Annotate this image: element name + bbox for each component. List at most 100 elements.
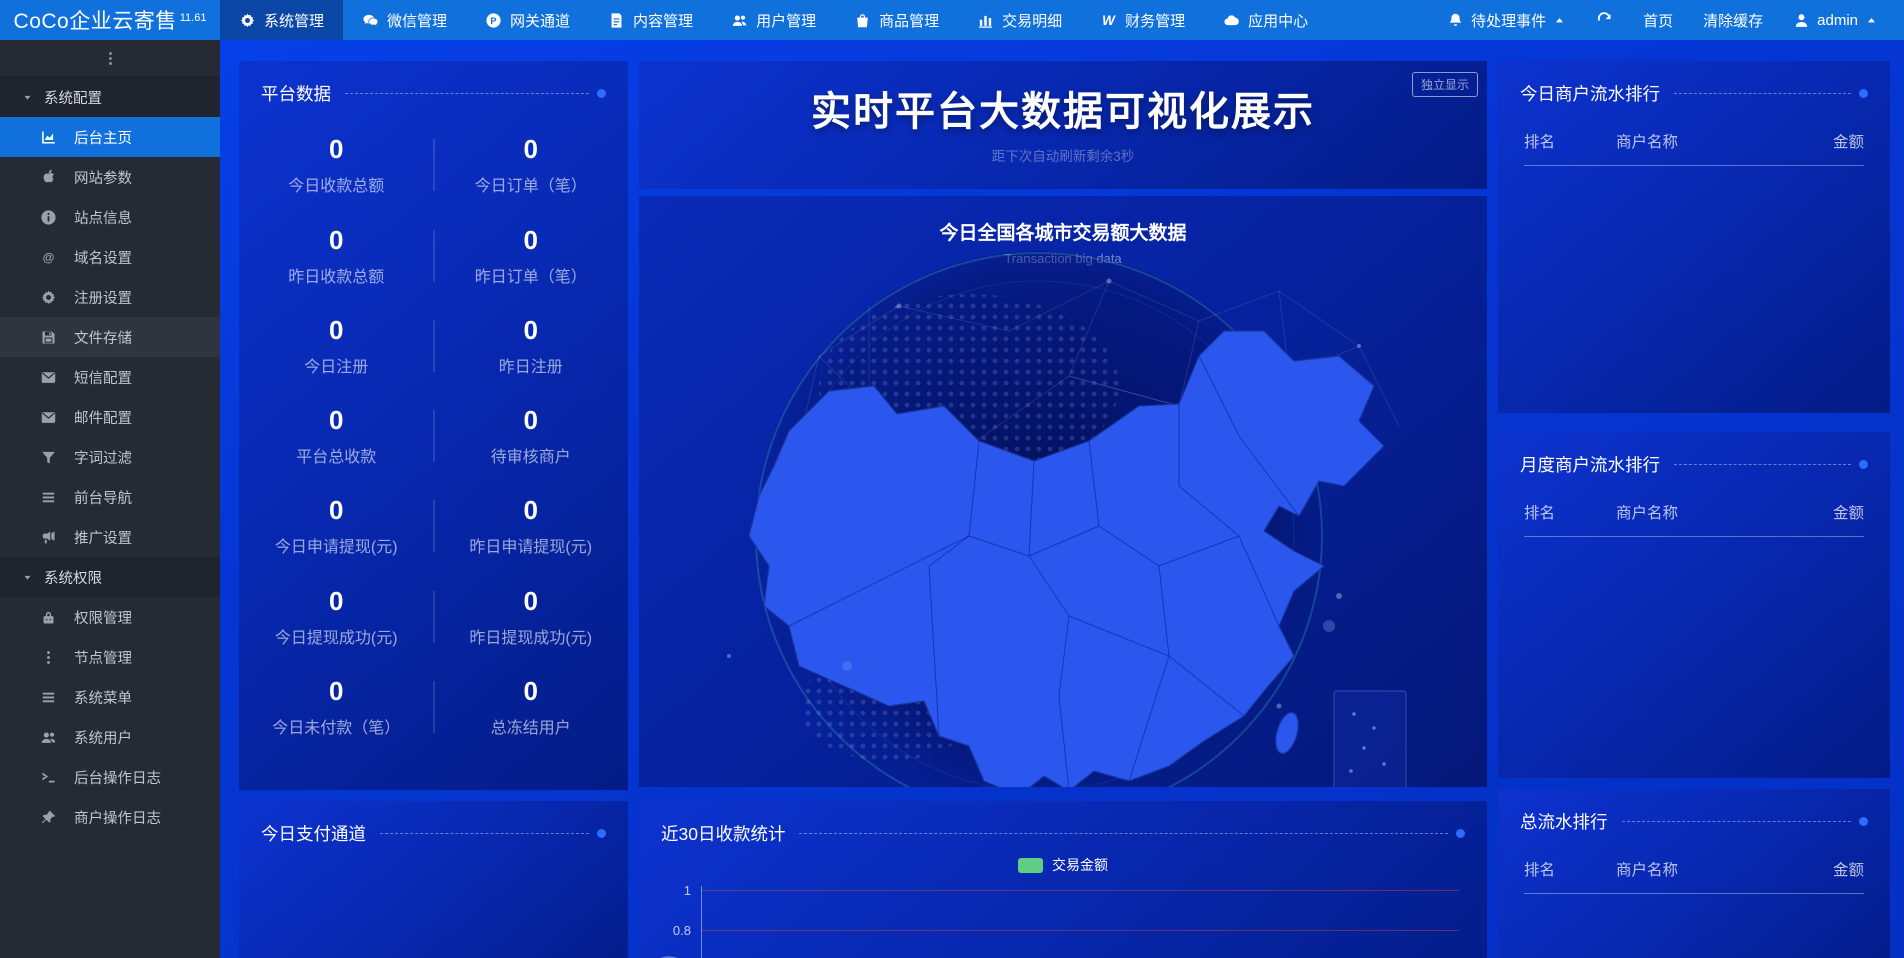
stat-label: 今日申请提现(元) xyxy=(274,539,398,557)
topnav-item-content[interactable]: 内容管理 xyxy=(589,0,712,40)
sidebar-item-email[interactable]: 邮件配置 xyxy=(0,397,220,437)
topnav-item-transactions[interactable]: 交易明细 xyxy=(958,0,1081,40)
main-content: 平台数据 0 今日收款总额 0 今日订单（笔） 0 昨日收款总额 0 昨日订单（笔） 0… xyxy=(220,40,1904,958)
stat-label: 今日提现成功(元) xyxy=(274,629,398,647)
stat-cell: 0 昨日注册 xyxy=(434,315,629,377)
stat-value: 0 xyxy=(523,134,538,165)
sidebar-item-label: 字词过滤 xyxy=(74,450,132,467)
stat-row: 0 昨日收款总额 0 昨日订单（笔） xyxy=(239,225,628,287)
sidebar-item-site-info[interactable]: 站点信息 xyxy=(0,197,220,237)
stat-cell: 0 昨日提现成功(元) xyxy=(434,586,629,648)
chart-legend[interactable]: 交易金额 xyxy=(639,855,1487,875)
sidebar-item-promotion[interactable]: 推广设置 xyxy=(0,517,220,557)
terminal-icon xyxy=(40,769,57,786)
panel-title: 今日支付通道 xyxy=(261,824,366,844)
stat-row: 0 今日提现成功(元) 0 昨日提现成功(元) xyxy=(239,586,628,648)
sidebar-item-home[interactable]: 后台主页 xyxy=(0,117,220,157)
stat-label: 平台总收款 xyxy=(296,449,377,466)
sidebar-item-word-filter[interactable]: 字词过滤 xyxy=(0,437,220,477)
section-title: 系统权限 xyxy=(44,570,102,587)
payment-channel-panel: 今日支付通道 xyxy=(239,801,628,958)
sidebar-item-merchant-log[interactable]: 商户操作日志 xyxy=(0,797,220,837)
topnav-item-goods[interactable]: 商品管理 xyxy=(835,0,958,40)
sidebar-item-site-params[interactable]: 网站参数 xyxy=(0,157,220,197)
sidebar-item-domain[interactable]: 域名设置 xyxy=(0,237,220,277)
topnav-item-gateway[interactable]: 网关通道 xyxy=(466,0,589,40)
clear-cache-button[interactable]: 清除缓存 xyxy=(1703,10,1763,31)
sidebar-item-sms[interactable]: 短信配置 xyxy=(0,357,220,397)
header-dashed-line xyxy=(1674,93,1851,94)
column-merchant: 商户名称 xyxy=(1616,862,1679,879)
y-axis-tick: 0.8 xyxy=(672,923,691,938)
topnav-item-wechat[interactable]: 微信管理 xyxy=(343,0,466,40)
panel-header: 总流水排行 xyxy=(1498,789,1890,834)
sidebar-item-label: 系统菜单 xyxy=(74,690,132,707)
users-icon xyxy=(40,729,57,746)
stat-cell: 0 今日提现成功(元) xyxy=(239,586,434,648)
user-menu[interactable]: admin xyxy=(1793,12,1878,29)
caret-down-icon xyxy=(22,572,33,583)
column-rank: 排名 xyxy=(1524,862,1556,879)
section-title: 系统配置 xyxy=(44,90,102,107)
header-dot xyxy=(1456,829,1465,838)
header-dashed-line xyxy=(1621,821,1851,822)
stat-cell: 0 昨日申请提现(元) xyxy=(434,495,629,557)
vertical-dots-icon xyxy=(40,649,57,666)
topnav-label: 内容管理 xyxy=(633,12,694,30)
gridline xyxy=(701,930,1459,931)
panel-title: 月度商户流水排行 xyxy=(1520,455,1660,475)
sidebar-item-system-users[interactable]: 系统用户 xyxy=(0,717,220,757)
money-icon xyxy=(1100,12,1117,29)
sidebar-item-label: 邮件配置 xyxy=(74,410,132,427)
legend-label: 交易金额 xyxy=(1052,857,1108,873)
at-icon xyxy=(40,249,57,266)
sidebar-item-admin-log[interactable]: 后台操作日志 xyxy=(0,757,220,797)
refresh-button[interactable] xyxy=(1596,12,1613,29)
sidebar-item-node-mgmt[interactable]: 节点管理 xyxy=(0,637,220,677)
topnav-item-system[interactable]: 系统管理 xyxy=(220,0,344,40)
stat-label: 今日订单（笔） xyxy=(474,178,587,196)
pending-events-menu[interactable]: 待处理事件 xyxy=(1447,10,1566,31)
home-link[interactable]: 首页 xyxy=(1643,10,1673,31)
header-dot xyxy=(597,829,606,838)
sidebar-section-config[interactable]: 系统配置 xyxy=(0,77,220,117)
panel-title: 近30日收款统计 xyxy=(661,824,786,844)
rank-today-panel: 今日商户流水排行 排名 商户名称 金额 xyxy=(1498,61,1890,413)
stat-cell: 0 昨日订单（笔） xyxy=(434,225,629,287)
sidebar-item-front-nav[interactable]: 前台导航 xyxy=(0,477,220,517)
sidebar-collapse-toggle[interactable] xyxy=(0,40,220,77)
sidebar-item-storage[interactable]: 文件存储 xyxy=(0,317,220,357)
sidebar-item-label: 文件存储 xyxy=(74,330,132,347)
stat-label: 昨日订单（笔） xyxy=(474,268,587,286)
stat-value: 0 xyxy=(329,585,344,616)
app-logo[interactable]: CoCo企业云寄售 11.61 xyxy=(0,5,220,35)
pending-events-label: 待处理事件 xyxy=(1471,12,1547,30)
sidebar-item-register[interactable]: 注册设置 xyxy=(0,277,220,317)
list-icon xyxy=(40,489,57,506)
column-merchant: 商户名称 xyxy=(1616,505,1679,522)
sidebar-item-permission-mgmt[interactable]: 权限管理 xyxy=(0,597,220,637)
sidebar-item-system-menu[interactable]: 系统菜单 xyxy=(0,677,220,717)
stat-cell: 0 今日申请提现(元) xyxy=(239,495,434,557)
rank-month-panel: 月度商户流水排行 排名 商户名称 金额 xyxy=(1498,432,1890,778)
column-amount: 金额 xyxy=(1832,134,1864,151)
stat-value: 0 xyxy=(329,675,344,706)
sidebar: 系统配置 后台主页 网站参数 站点信息 域名设置 注册设置 文件存储 短信配置 … xyxy=(0,40,220,958)
panel-header: 今日商户流水排行 xyxy=(1498,61,1890,106)
topnav-item-users[interactable]: 用户管理 xyxy=(712,0,835,40)
stat-value: 0 xyxy=(329,314,344,345)
rank-table-header: 排名 商户名称 金额 xyxy=(1524,501,1864,537)
info-icon xyxy=(40,209,57,226)
topnav-item-finance[interactable]: 财务管理 xyxy=(1081,0,1204,40)
header-dashed-line xyxy=(1674,464,1851,465)
rank-total-panel: 总流水排行 排名 商户名称 金额 xyxy=(1498,789,1890,958)
caret-up-icon xyxy=(1865,14,1878,27)
lock-icon xyxy=(40,609,57,626)
sidebar-item-label: 权限管理 xyxy=(74,610,132,627)
filter-icon xyxy=(40,449,57,466)
stat-label: 今日注册 xyxy=(304,358,369,376)
y-axis-tick: 1 xyxy=(683,883,691,898)
sidebar-section-permission[interactable]: 系统权限 xyxy=(0,557,220,597)
standalone-display-button[interactable]: 独立显示 xyxy=(1411,72,1478,97)
topnav-item-appcenter[interactable]: 应用中心 xyxy=(1204,0,1327,40)
